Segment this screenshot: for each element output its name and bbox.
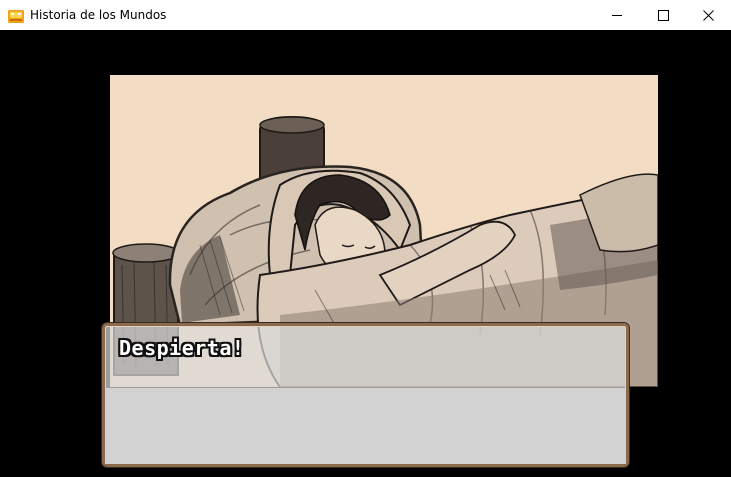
close-icon — [702, 9, 714, 21]
close-button[interactable] — [685, 0, 731, 30]
maximize-icon — [657, 9, 669, 21]
title-bar[interactable]: Historia de los Mundos — [0, 0, 731, 30]
maximize-button[interactable] — [640, 0, 686, 30]
rpg-maker-icon — [8, 8, 24, 23]
window-title: Historia de los Mundos — [30, 8, 167, 22]
minimize-button[interactable] — [594, 0, 640, 30]
minimize-icon — [611, 10, 623, 21]
message-window[interactable]: Despierta! — [102, 323, 629, 467]
game-canvas[interactable]: Despierta! — [0, 30, 731, 477]
game-window: Historia de los Mundos Despierta! — [0, 0, 731, 477]
message-text: Despierta! — [119, 336, 245, 360]
